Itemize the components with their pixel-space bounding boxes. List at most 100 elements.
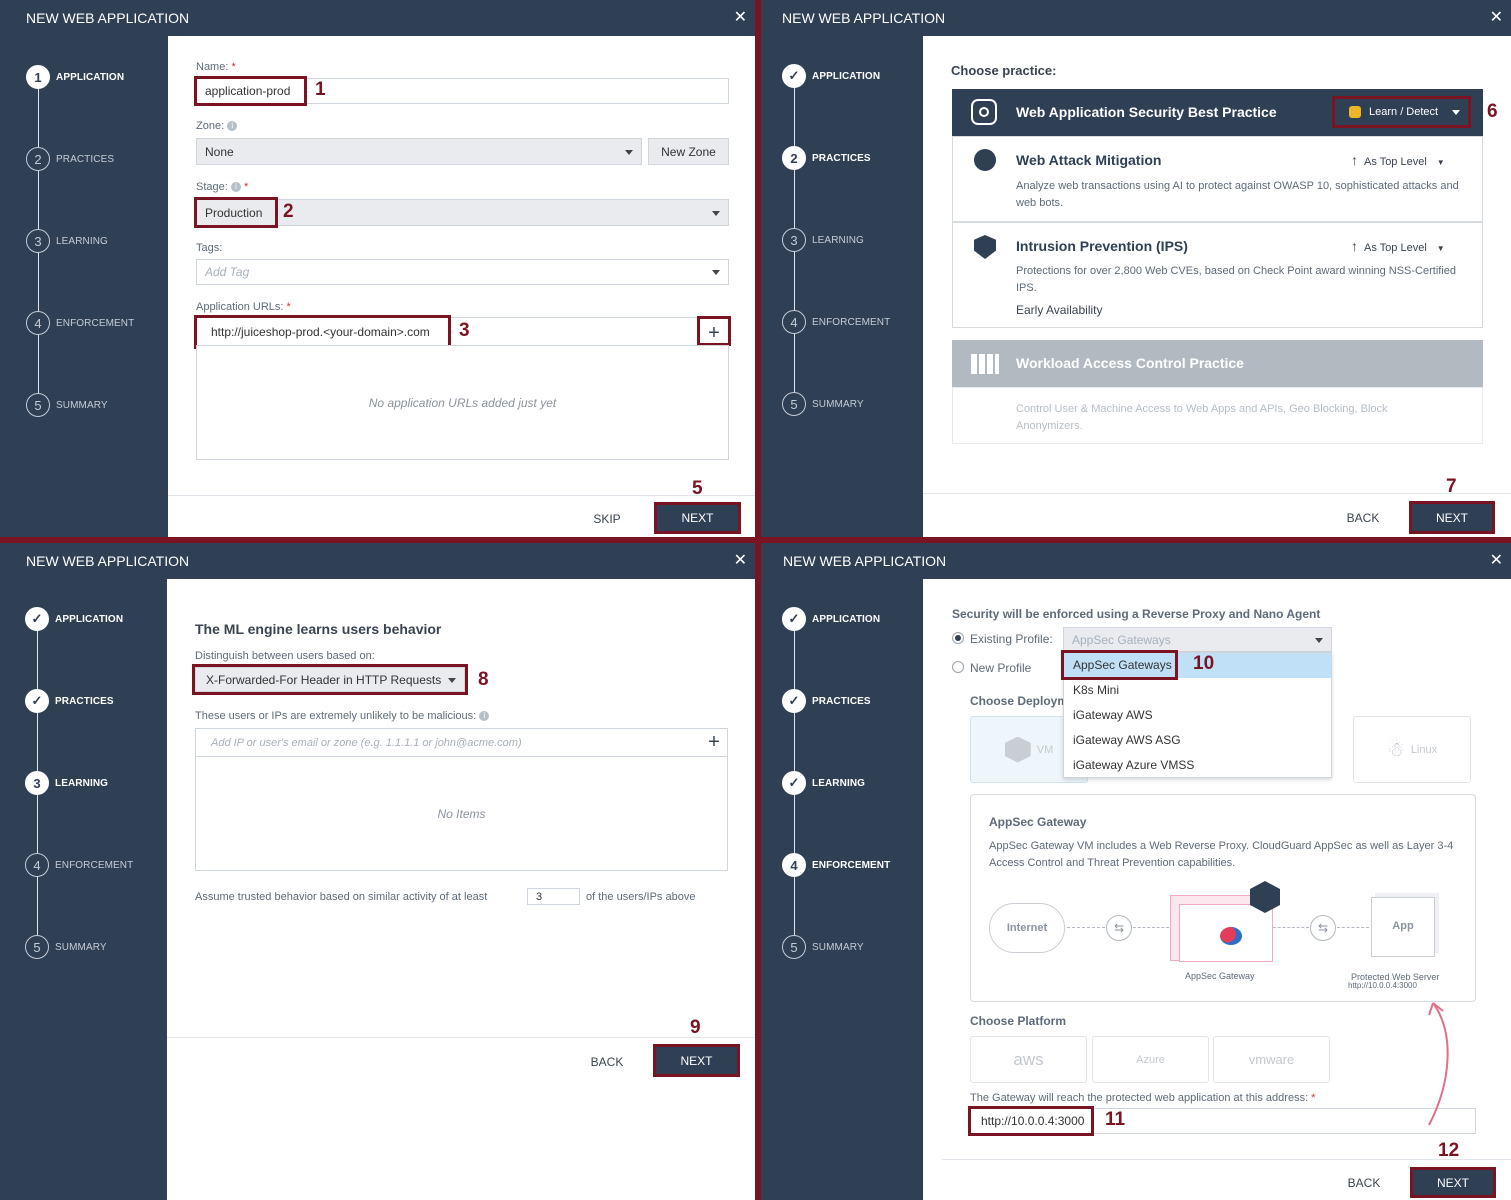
next-button[interactable]: NEXT — [1409, 501, 1495, 534]
step-label: SUMMARY — [812, 941, 864, 953]
mode-value: Learn / Detect — [1369, 106, 1439, 118]
new-zone-button[interactable]: New Zone — [648, 138, 729, 165]
profile-option[interactable]: K8s Mini — [1064, 678, 1331, 703]
back-button[interactable]: BACK — [1344, 1171, 1384, 1195]
new-zone-label: New Zone — [661, 144, 716, 159]
gateway-title: AppSec Gateway — [989, 815, 1087, 829]
step-learning[interactable]: ✓ LEARNING — [782, 770, 865, 796]
chevron-down-icon: ▼ — [1436, 158, 1445, 167]
step-label: SUMMARY — [812, 398, 864, 410]
step-label: LEARNING — [56, 235, 108, 247]
firewall-icon — [971, 354, 999, 374]
platform-aws-tile[interactable]: aws — [970, 1036, 1087, 1083]
platform-label: aws — [1013, 1049, 1044, 1069]
step-label: ENFORCEMENT — [812, 316, 891, 328]
profile-select[interactable]: AppSec Gateways — [1063, 627, 1332, 652]
step-check: ✓ — [782, 64, 806, 88]
step-enforcement[interactable]: 4 ENFORCEMENT — [26, 310, 134, 336]
wizard-sidebar: 1 APPLICATION 2 PRACTICES 3 LEARNING 4 ENFOR… — [0, 36, 168, 537]
appsec-gateway-card: AppSec Gateway AppSec Gateway VM include… — [970, 794, 1476, 1002]
step-enforcement[interactable]: 4 ENFORCEMENT — [782, 852, 890, 878]
step-application[interactable]: ✓ APPLICATION — [782, 63, 880, 89]
practice-header-workload[interactable]: Workload Access Control Practice — [952, 340, 1483, 387]
skip-button[interactable]: SKIP — [587, 507, 627, 531]
tags-input[interactable]: Add Tag — [196, 259, 729, 285]
step-application[interactable]: 1 APPLICATION — [26, 64, 124, 90]
step-number: 3 — [25, 771, 49, 795]
connector-line — [1133, 927, 1169, 928]
annotation-number: 6 — [1487, 101, 1498, 122]
step-summary[interactable]: 5 SUMMARY — [25, 934, 107, 960]
level-dropdown[interactable]: ↑ As Top Level ▼ — [1351, 152, 1445, 168]
deploy-linux-tile[interactable]: ☃ Linux — [1353, 716, 1471, 783]
existing-profile-radio[interactable] — [952, 632, 964, 644]
step-learning[interactable]: 3 LEARNING — [26, 228, 108, 254]
step-number: 5 — [26, 393, 50, 417]
step-practices[interactable]: ✓ PRACTICES — [782, 688, 871, 714]
close-icon[interactable]: ✕ — [734, 543, 747, 579]
step-practices[interactable]: 2 PRACTICES — [26, 146, 114, 172]
trusted-ip-input[interactable]: Add IP or user's email or zone (e.g. 1.1… — [195, 728, 728, 757]
mode-dropdown[interactable]: Learn / Detect — [1332, 96, 1471, 128]
enforcement-step-panel: NEW WEB APPLICATION ✕ ✓ APPLICATION ✓ PRACT… — [761, 543, 1511, 1200]
annotation-box — [194, 197, 278, 228]
assume-count-input[interactable]: 3 — [527, 888, 580, 905]
profile-option[interactable]: iGateway Azure VMSS — [1064, 753, 1331, 778]
dialog-title: NEW WEB APPLICATION — [783, 553, 947, 569]
back-button[interactable]: BACK — [1343, 506, 1383, 530]
address-label: The Gateway will reach the protected web… — [970, 1092, 1316, 1104]
back-button[interactable]: BACK — [587, 1050, 627, 1074]
step-summary[interactable]: 5 SUMMARY — [26, 392, 108, 418]
practice-item-web-attack[interactable]: Web Attack Mitigation ↑ As Top Level ▼ Ana… — [952, 136, 1483, 222]
step-practices[interactable]: 2 PRACTICES — [782, 145, 871, 171]
shield-icon — [971, 99, 997, 125]
footer-divider — [168, 495, 755, 496]
practice-item-ips[interactable]: Intrusion Prevention (IPS) ↑ As Top Level… — [952, 222, 1483, 328]
assume-suffix: of the users/IPs above — [586, 891, 696, 903]
zone-label-text: Zone: — [196, 120, 225, 132]
zone-select[interactable]: None — [196, 138, 642, 165]
step-learning[interactable]: 3 LEARNING — [782, 227, 864, 253]
trusted-ip-placeholder: Add IP or user's email or zone (e.g. 1.1… — [211, 736, 522, 749]
stage-label: Stage: i * — [196, 181, 249, 193]
platform-vmware-tile[interactable]: vmware — [1213, 1036, 1330, 1083]
step-learning[interactable]: 3 LEARNING — [25, 770, 108, 796]
profile-option[interactable]: iGateway AWS ASG — [1064, 728, 1331, 753]
step-enforcement[interactable]: 4 ENFORCEMENT — [782, 309, 890, 335]
step-number: 5 — [782, 935, 806, 959]
step-enforcement[interactable]: 4 ENFORCEMENT — [25, 852, 133, 878]
close-icon[interactable]: ✕ — [734, 0, 747, 36]
step-label: LEARNING — [55, 777, 109, 789]
step-check: ✓ — [782, 607, 806, 631]
wizard-sidebar: ✓ APPLICATION 2 PRACTICES 3 LEARNING 4 ENFOR… — [761, 36, 923, 537]
close-icon[interactable]: ✕ — [1490, 0, 1503, 36]
dialog-header: NEW WEB APPLICATION ✕ — [0, 0, 755, 36]
add-ip-button[interactable]: + — [703, 729, 725, 755]
step-label: LEARNING — [812, 234, 864, 246]
platform-azure-tile[interactable]: Azure — [1092, 1036, 1209, 1083]
new-profile-radio[interactable] — [952, 661, 964, 673]
ips-shield-icon — [974, 235, 996, 259]
dialog-title: NEW WEB APPLICATION — [26, 10, 190, 26]
distinguish-select[interactable]: X-Forwarded-For Header in HTTP Requests — [192, 664, 468, 695]
next-button[interactable]: NEXT — [654, 502, 741, 534]
platform-label: Azure — [1136, 1053, 1165, 1066]
choose-practice-label: Choose practice: — [951, 63, 1057, 78]
next-button[interactable]: NEXT — [653, 1044, 740, 1077]
footer-divider — [167, 1037, 755, 1038]
step-application[interactable]: ✓ APPLICATION — [782, 606, 880, 632]
step-practices[interactable]: ✓ PRACTICES — [25, 688, 114, 714]
profile-option[interactable]: iGateway AWS — [1064, 703, 1331, 728]
step-label: PRACTICES — [812, 695, 871, 707]
chevron-down-icon — [712, 210, 720, 216]
next-button[interactable]: NEXT — [1410, 1167, 1496, 1198]
add-url-button[interactable]: + — [697, 316, 731, 346]
step-summary[interactable]: 5 SUMMARY — [782, 934, 864, 960]
step-summary[interactable]: 5 SUMMARY — [782, 391, 864, 417]
step-application[interactable]: ✓ APPLICATION — [25, 606, 123, 632]
level-dropdown[interactable]: ↑ As Top Level ▼ — [1351, 238, 1445, 254]
close-icon[interactable]: ✕ — [1490, 543, 1503, 579]
new-profile-label: New Profile — [970, 661, 1032, 675]
network-node-icon: ⇆ — [1106, 915, 1132, 941]
practice-header-web-app[interactable]: Web Application Security Best Practice L… — [952, 89, 1483, 136]
